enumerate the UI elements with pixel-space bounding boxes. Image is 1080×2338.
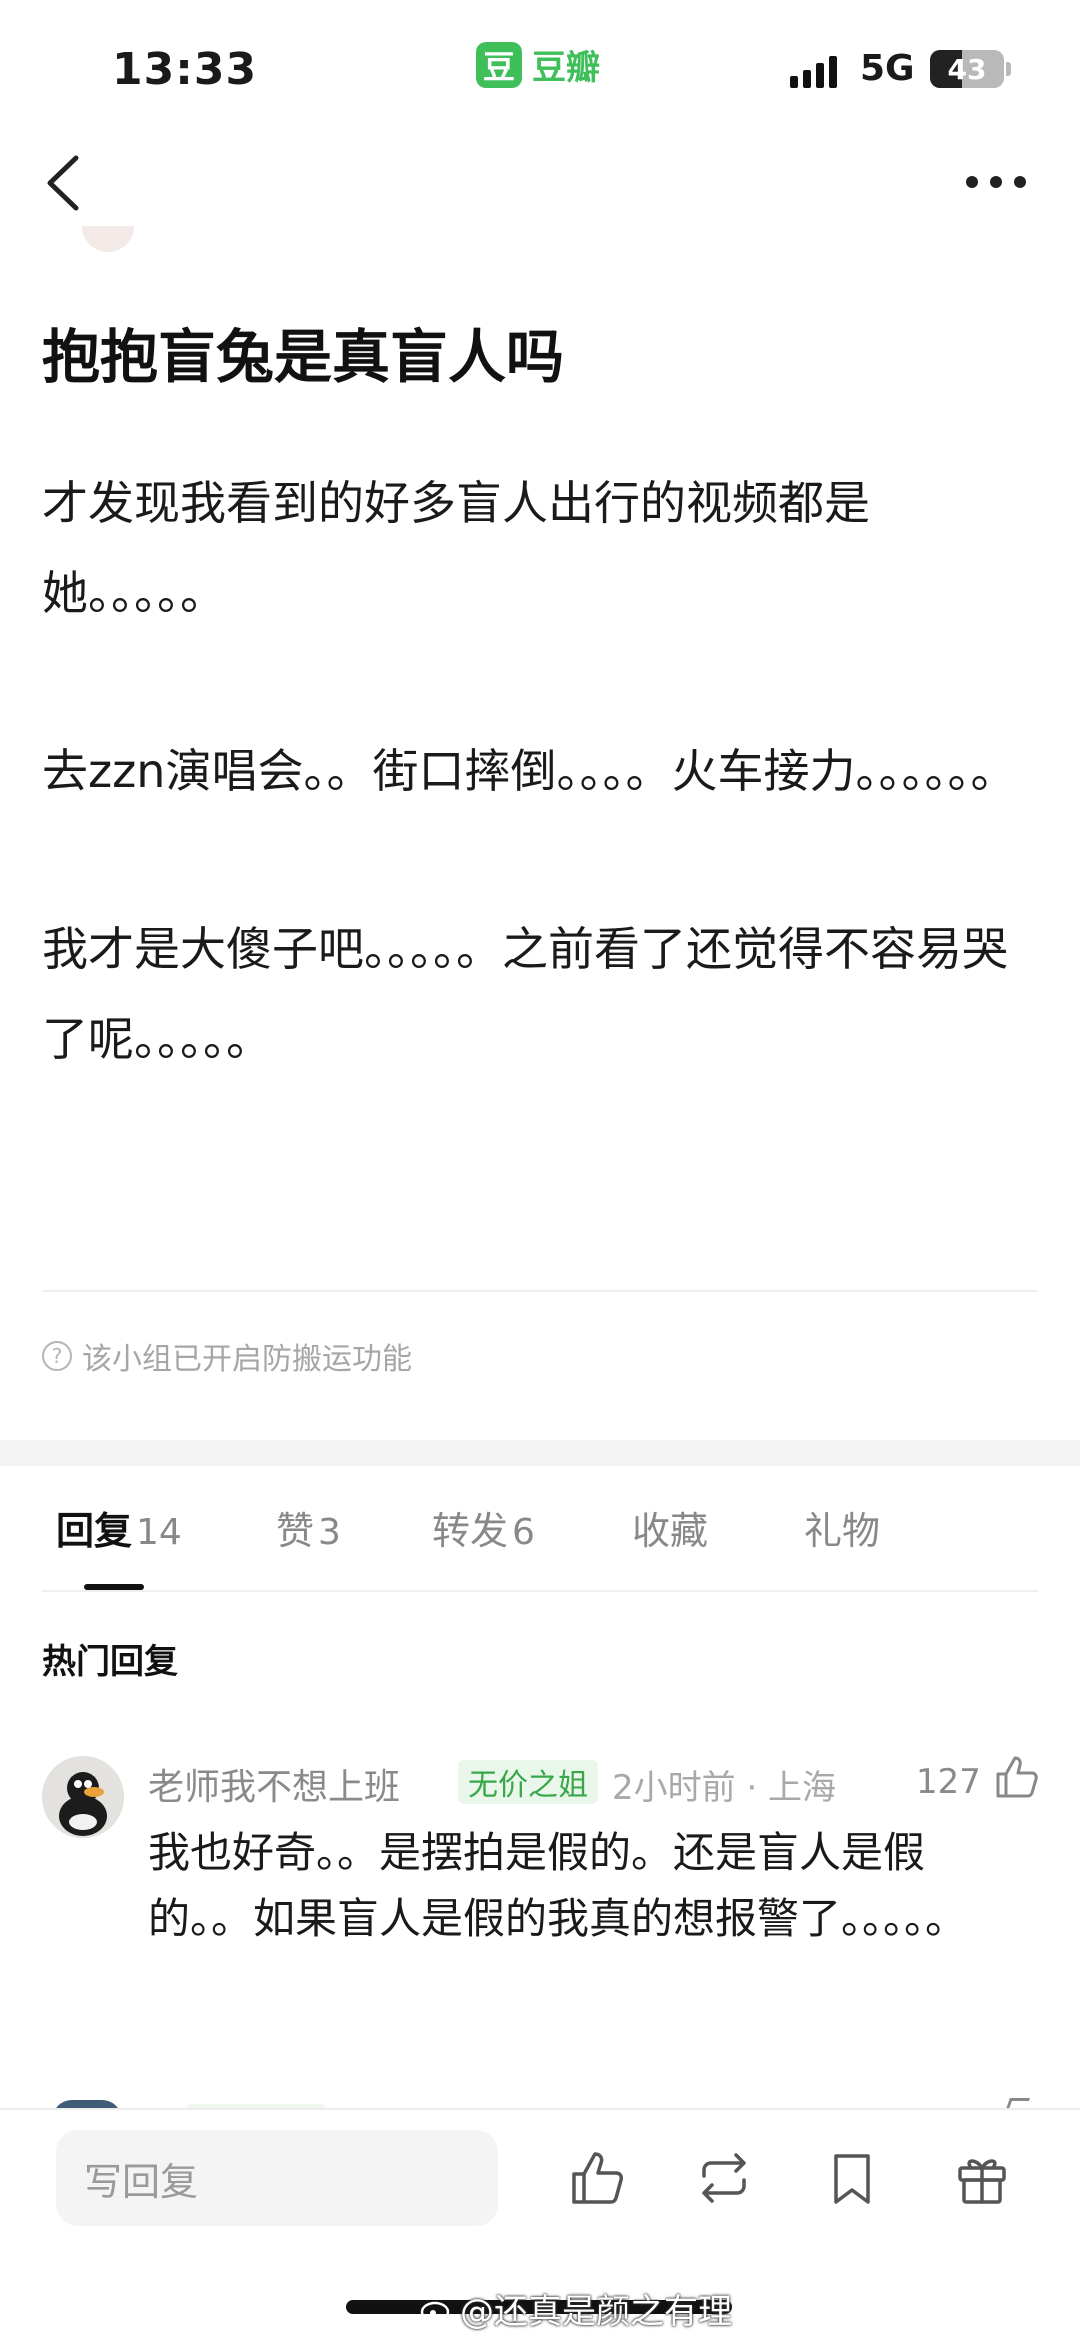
divider <box>42 1290 1038 1292</box>
section-separator <box>0 1440 1080 1466</box>
post-paragraph: 我才是大傻子吧。。。。。之前看了还觉得不容易哭了呢。。。。。 <box>42 922 1008 1066</box>
post-paragraph: 才发现我看到的好多盲人出行的视频都是她。。。。。 <box>42 476 870 620</box>
notice-text: 该小组已开启防搬运功能 <box>82 1342 412 1377</box>
post-body: 才发现我看到的好多盲人出行的视频都是她。。。。。 去zzn演唱会。。街口摔倒。。… <box>42 458 1042 1172</box>
anti-repost-notice[interactable]: ? 该小组已开启防搬运功能 <box>42 1334 412 1378</box>
status-bar: 13:33 豆 豆瓣 5G 43 <box>0 0 1080 140</box>
battery-icon: 43 <box>930 50 1004 88</box>
comment-like-button[interactable] <box>992 1752 1042 1802</box>
signal-icon <box>790 54 837 88</box>
weibo-logo-icon <box>420 2301 450 2322</box>
poster-avatar[interactable] <box>82 226 134 252</box>
battery-level: 43 <box>947 52 987 86</box>
comment-meta: 2小时前 · 上海 <box>612 1768 837 1808</box>
back-button[interactable] <box>36 148 96 218</box>
divider <box>42 1590 1038 1592</box>
tab-label: 赞 <box>276 1509 315 1553</box>
tab-label: 回复 <box>56 1509 133 1553</box>
app-name: 豆瓣 <box>532 48 600 88</box>
bookmark-button[interactable] <box>822 2148 882 2208</box>
watermark: @还真是颜之有理 <box>420 2284 732 2333</box>
repost-button[interactable] <box>694 2148 754 2208</box>
status-time: 13:33 <box>112 44 258 95</box>
tab-label: 礼物 <box>804 1509 881 1553</box>
comment-text: 我也好奇。。是摆拍是假的。还是盲人是假的。。如果盲人是假的我真的想报警了。。。。… <box>148 1828 968 1943</box>
tab-gifts[interactable]: 礼物 <box>804 1500 880 1555</box>
tab-count: 6 <box>512 1512 535 1553</box>
comment-author[interactable]: 老师我不想上班 <box>148 1758 400 1810</box>
thumbs-up-icon <box>572 2152 623 2204</box>
repost-icon <box>702 2153 746 2203</box>
like-button[interactable] <box>568 2148 628 2208</box>
watermark-text: @还真是颜之有理 <box>460 2292 732 2332</box>
tab-bar: 回复 14 赞 3 转发 6 收藏 礼物 <box>0 1500 1080 1590</box>
bookmark-icon <box>834 2154 870 2204</box>
network-type: 5G <box>860 48 915 89</box>
tab-collections[interactable]: 收藏 <box>632 1500 708 1555</box>
tab-label: 收藏 <box>632 1509 709 1553</box>
hot-replies-title: 热门回复 <box>42 1642 178 1682</box>
member-badge: 无价之姐 <box>458 1760 598 1804</box>
more-button[interactable] <box>960 160 1060 204</box>
gift-icon <box>958 2159 1006 2204</box>
tab-likes[interactable]: 赞 3 <box>276 1500 341 1555</box>
duck-avatar-icon <box>42 1756 124 1838</box>
comment-like-count: 127 <box>916 1762 981 1802</box>
chevron-left-icon <box>47 155 79 211</box>
post-paragraph: 去zzn演唱会。。街口摔倒。。。。火车接力。。。。。。 <box>42 744 1017 798</box>
gift-button[interactable] <box>952 2148 1012 2208</box>
question-icon: ? <box>42 1341 72 1371</box>
tab-reposts[interactable]: 转发 6 <box>432 1500 535 1555</box>
thumbs-up-icon <box>996 1756 1038 1798</box>
more-dots-icon <box>966 176 1026 188</box>
reply-input[interactable]: 写回复 <box>56 2130 498 2226</box>
tab-count: 14 <box>136 1512 182 1553</box>
tab-replies[interactable]: 回复 14 <box>56 1500 182 1555</box>
douban-logo-icon: 豆 <box>476 41 522 88</box>
tab-label: 转发 <box>432 1509 509 1553</box>
tab-count: 3 <box>318 1512 341 1553</box>
avatar[interactable] <box>42 1756 124 1838</box>
post-title: 抱抱盲兔是真盲人吗 <box>42 323 565 391</box>
app-indicator: 豆 豆瓣 <box>476 40 600 89</box>
battery-tip <box>1006 62 1011 76</box>
